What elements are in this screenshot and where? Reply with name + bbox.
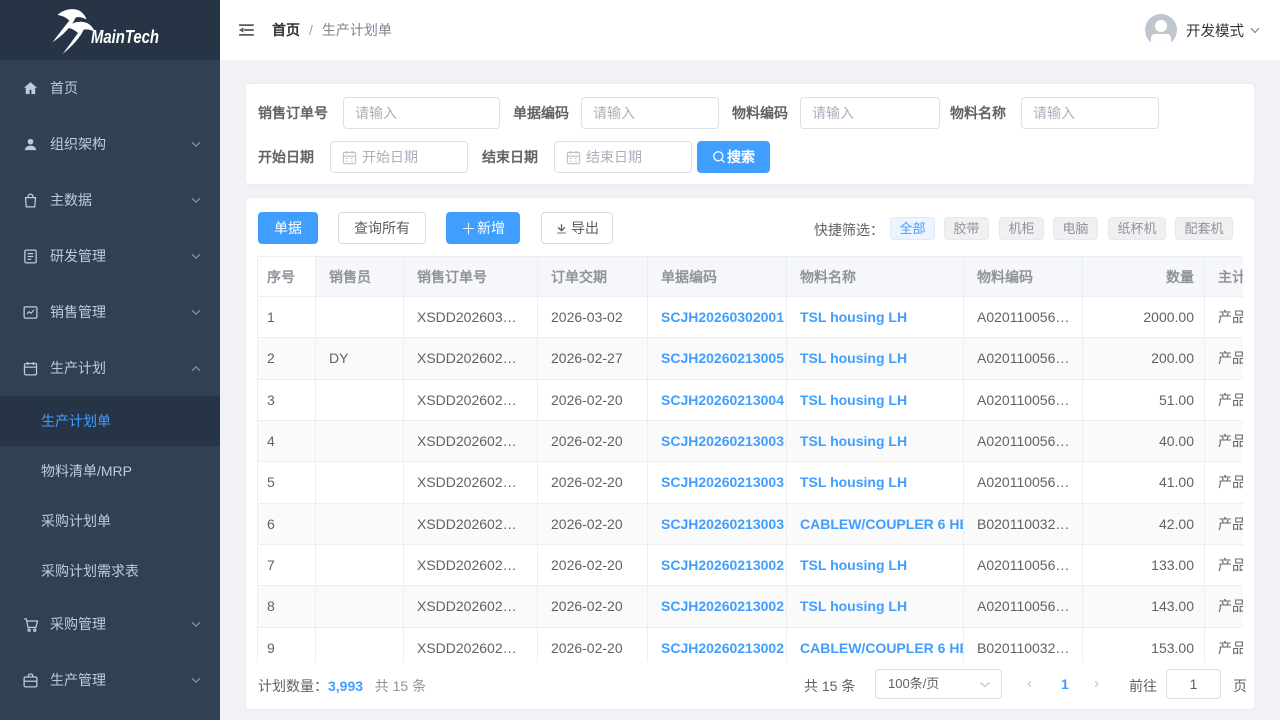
svg-text:MainTech: MainTech <box>91 26 159 47</box>
